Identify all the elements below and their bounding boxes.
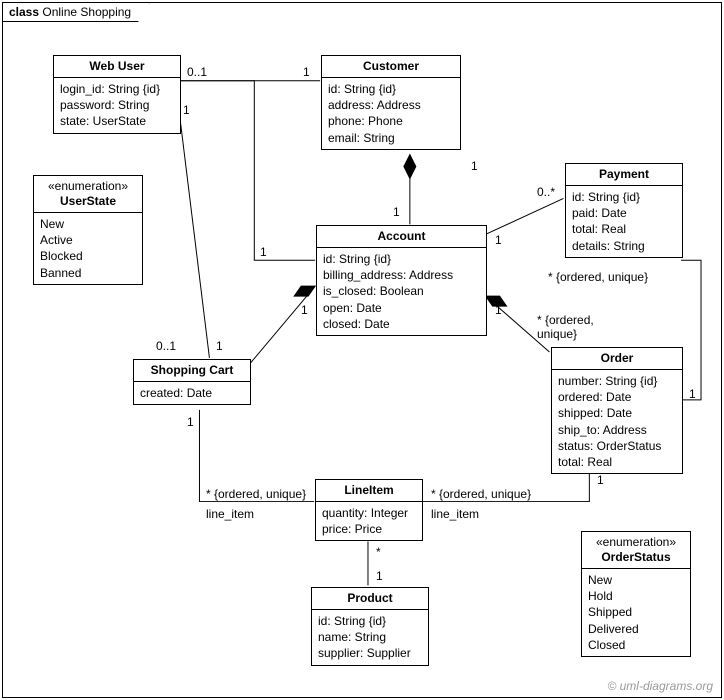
- mult-account-payment-1: 1: [495, 233, 502, 247]
- mult-account-cart-1: 1: [301, 303, 308, 317]
- mult-lineitem-product-star: *: [376, 545, 381, 559]
- class-shoppingcart-attrs: created: Date: [134, 382, 250, 404]
- mult-account-webuser-1b: 1: [183, 103, 190, 117]
- class-userstate-name: UserState: [60, 194, 116, 208]
- role-order-lineitem: line_item: [431, 507, 479, 521]
- class-product: Product id: String {id} name: String sup…: [311, 587, 429, 666]
- class-lineitem-attrs: quantity: Integer price: Price: [316, 502, 422, 540]
- frame-title-tab: class Online Shopping: [2, 2, 150, 22]
- class-order-name: Order: [552, 348, 682, 370]
- class-lineitem-name: LineItem: [316, 480, 422, 502]
- class-order: Order number: String {id} ordered: Date …: [551, 347, 683, 474]
- diagram-frame: class Online Shopping: [2, 2, 722, 698]
- class-account-name: Account: [317, 226, 486, 248]
- class-webuser-name: Web User: [54, 56, 180, 78]
- class-webuser: Web User login_id: String {id} password:…: [53, 55, 181, 134]
- class-product-name: Product: [312, 588, 428, 610]
- class-orderstatus-name: OrderStatus: [601, 550, 670, 564]
- mult-payment-order-star: * {ordered, unique}: [548, 270, 648, 284]
- class-payment: Payment id: String {id} paid: Date total…: [565, 163, 683, 258]
- class-userstate: «enumeration» UserState New Active Block…: [33, 175, 143, 285]
- class-account-attrs: id: String {id} billing_address: Address…: [317, 248, 486, 335]
- mult-payment-order-1: 1: [689, 387, 696, 401]
- watermark: © uml-diagrams.org: [607, 679, 713, 693]
- class-customer-name: Customer: [322, 56, 460, 78]
- class-account: Account id: String {id} billing_address:…: [316, 225, 487, 336]
- class-orderstatus: «enumeration» OrderStatus New Hold Shipp…: [581, 531, 691, 657]
- class-customer-attrs: id: String {id} address: Address phone: …: [322, 78, 460, 149]
- class-product-attrs: id: String {id} name: String supplier: S…: [312, 610, 428, 665]
- mult-account-cart-1b: 1: [216, 339, 223, 353]
- mult-account-cart-01: 0..1: [156, 339, 176, 353]
- mult-customer-account-right: 1: [471, 159, 478, 173]
- mult-order-lineitem-1: 1: [597, 473, 604, 487]
- frame-kind: class: [9, 5, 39, 19]
- mult-cart-lineitem-1: 1: [187, 415, 194, 429]
- mult-lineitem-product-1: 1: [376, 569, 383, 583]
- mult-webuser-customer-near: 0..1: [187, 65, 207, 79]
- mult-order-lineitem-star: * {ordered, unique}: [431, 487, 531, 501]
- class-shoppingcart: Shopping Cart created: Date: [133, 359, 251, 405]
- class-lineitem: LineItem quantity: Integer price: Price: [315, 479, 423, 541]
- frame-title: Online Shopping: [42, 5, 131, 19]
- class-webuser-attrs: login_id: String {id} password: String s…: [54, 78, 180, 133]
- class-orderstatus-attrs: New Hold Shipped Delivered Closed: [582, 569, 690, 656]
- class-customer: Customer id: String {id} address: Addres…: [321, 55, 461, 150]
- class-payment-name: Payment: [566, 164, 682, 186]
- mult-account-order-star: * {ordered, unique}: [537, 313, 607, 341]
- class-payment-attrs: id: String {id} paid: Date total: Real d…: [566, 186, 682, 257]
- class-userstate-stereo: «enumeration»: [40, 179, 136, 194]
- mult-account-payment-0s: 0..*: [537, 185, 555, 199]
- role-cart-lineitem: line_item: [206, 507, 254, 521]
- class-shoppingcart-name: Shopping Cart: [134, 360, 250, 382]
- class-orderstatus-hdr: «enumeration» OrderStatus: [582, 532, 690, 569]
- mult-account-webuser-1a: 1: [260, 245, 267, 259]
- class-orderstatus-stereo: «enumeration»: [588, 535, 684, 550]
- class-order-attrs: number: String {id} ordered: Date shippe…: [552, 370, 682, 473]
- mult-webuser-customer-far: 1: [303, 65, 310, 79]
- mult-cart-lineitem-star: * {ordered, unique}: [206, 487, 306, 501]
- mult-account-order-1: 1: [495, 303, 502, 317]
- class-userstate-attrs: New Active Blocked Banned: [34, 213, 142, 284]
- mult-customer-account-top: 1: [393, 205, 400, 219]
- class-userstate-hdr: «enumeration» UserState: [34, 176, 142, 213]
